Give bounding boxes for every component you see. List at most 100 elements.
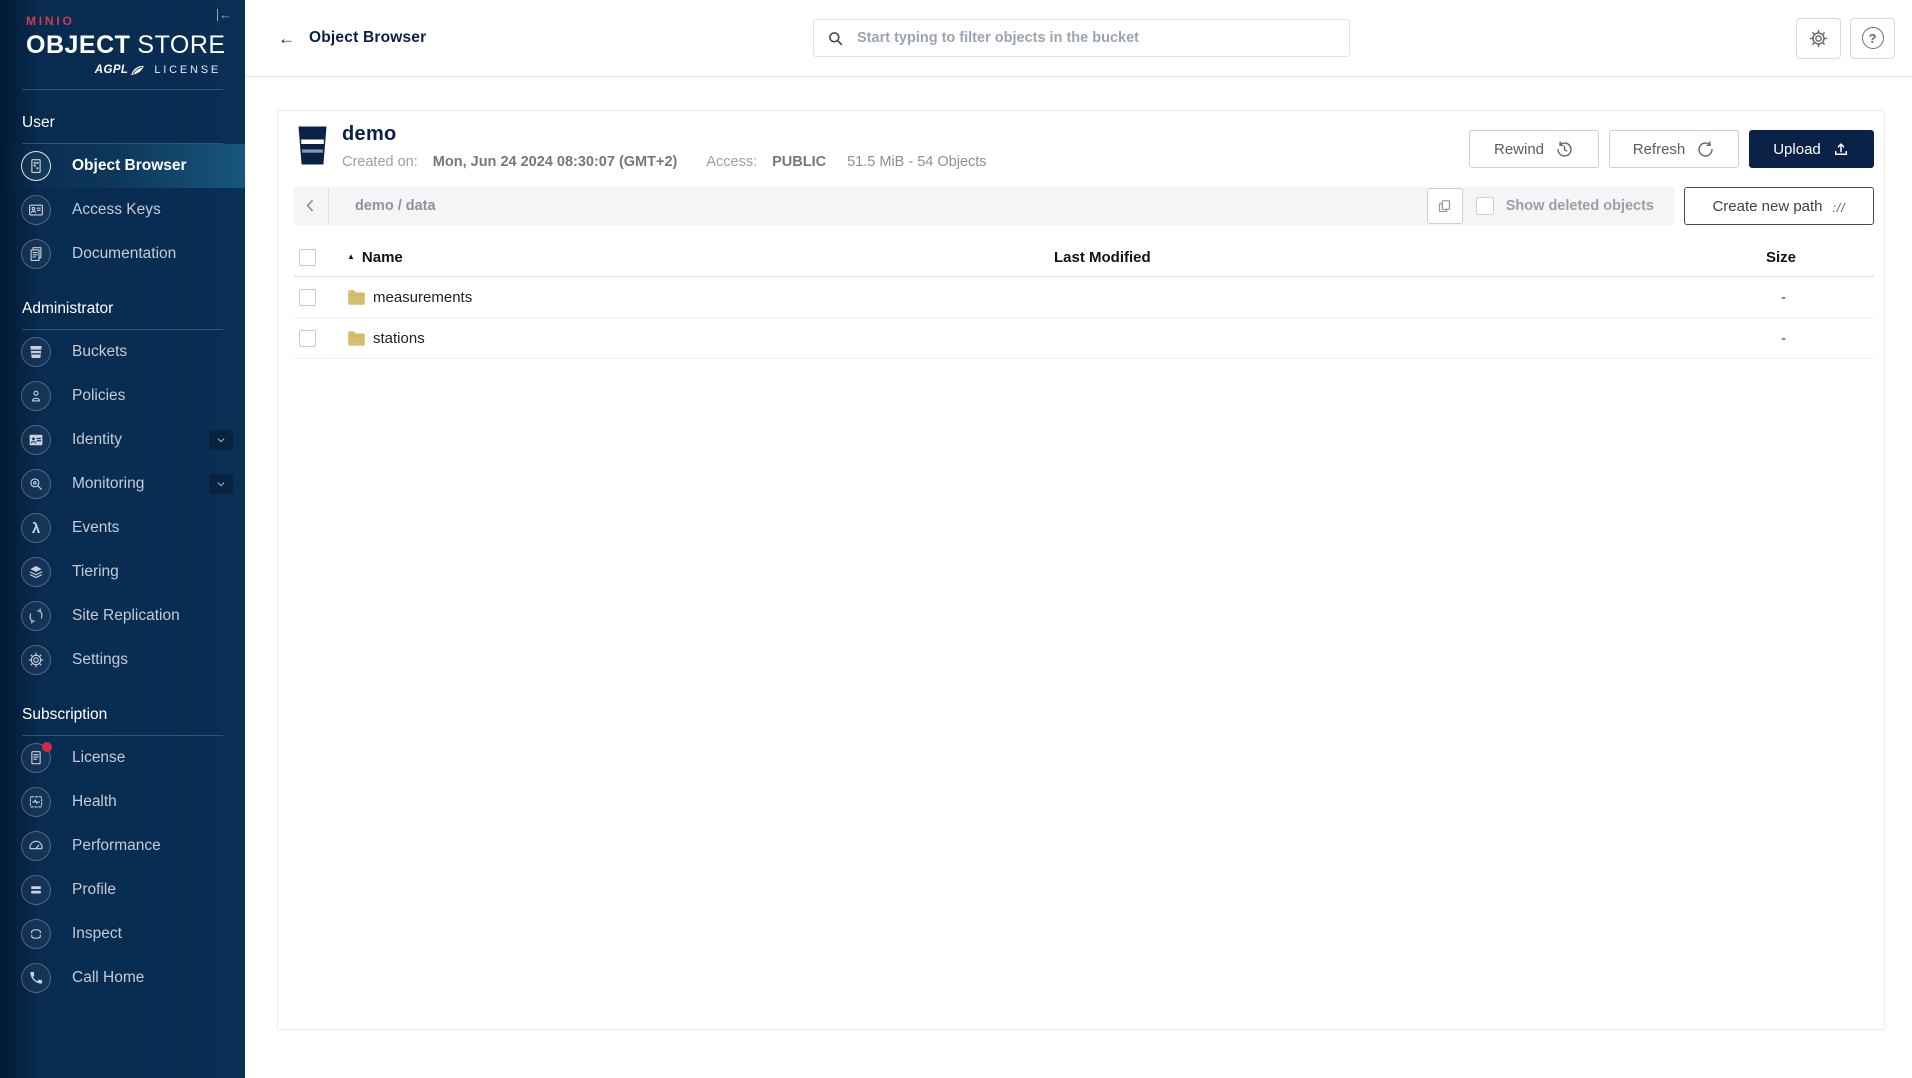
breadcrumb[interactable]: demo / data bbox=[355, 198, 1427, 214]
sidebar-item-health[interactable]: Health bbox=[0, 780, 245, 824]
buckets-icon bbox=[21, 337, 51, 367]
sidebar-item-label: Policies bbox=[72, 387, 125, 405]
sidebar-item-events[interactable]: λ Events bbox=[0, 506, 245, 550]
bucket-header: demo Created on: Mon, Jun 24 2024 08:30:… bbox=[294, 123, 1874, 171]
upload-icon bbox=[1832, 140, 1850, 158]
tiering-icon bbox=[21, 557, 51, 587]
settings-button[interactable] bbox=[1796, 18, 1841, 59]
chevron-down-icon bbox=[209, 430, 233, 450]
refresh-button[interactable]: Refresh bbox=[1609, 130, 1739, 168]
sidebar-item-label: Documentation bbox=[72, 245, 176, 263]
sidebar-item-label: License bbox=[72, 749, 125, 767]
settings-gear-icon bbox=[21, 645, 51, 675]
sidebar-section-administrator: Administrator bbox=[0, 276, 245, 329]
help-button[interactable]: ? bbox=[1850, 18, 1895, 59]
sidebar-item-label: Inspect bbox=[72, 925, 122, 943]
show-deleted-checkbox[interactable] bbox=[1476, 197, 1494, 215]
policies-icon bbox=[21, 381, 51, 411]
breadcrumb-bar: demo / data Show deleted objects bbox=[294, 187, 1674, 225]
site-replication-icon bbox=[21, 601, 51, 631]
size-cell: - bbox=[1766, 330, 1874, 347]
sidebar-item-profile[interactable]: Profile bbox=[0, 868, 245, 912]
access-label: Access: bbox=[706, 154, 757, 170]
top-bar: ← Object Browser ? bbox=[245, 0, 1912, 77]
sidebar-item-label: Site Replication bbox=[72, 607, 180, 625]
minio-brand-text: MINIO bbox=[26, 14, 223, 28]
upload-button[interactable]: Upload bbox=[1749, 130, 1874, 168]
main-area: ← Object Browser ? demo Created on: bbox=[245, 0, 1912, 1078]
select-all-checkbox[interactable] bbox=[299, 249, 316, 266]
create-new-path-button[interactable]: Create new path :// bbox=[1684, 187, 1874, 225]
identity-icon bbox=[21, 425, 51, 455]
refresh-icon bbox=[1696, 140, 1715, 159]
bucket-info: demo Created on: Mon, Jun 24 2024 08:30:… bbox=[342, 123, 987, 170]
column-header-size: Size bbox=[1766, 249, 1874, 266]
sidebar-item-monitoring[interactable]: Monitoring bbox=[0, 462, 245, 506]
sidebar-item-policies[interactable]: Policies bbox=[0, 374, 245, 418]
column-header-name[interactable]: ▲ Name bbox=[338, 249, 1054, 266]
table-row[interactable]: stations - bbox=[294, 318, 1874, 359]
sidebar-item-tiering[interactable]: Tiering bbox=[0, 550, 245, 594]
notification-dot bbox=[42, 742, 52, 752]
rewind-icon bbox=[1555, 140, 1574, 159]
table-row[interactable]: measurements - bbox=[294, 277, 1874, 318]
sidebar: ← MINIO OBJECTSTORE AGPL LICENSE User Ob… bbox=[0, 0, 245, 1078]
path-row: demo / data Show deleted objects Create … bbox=[294, 187, 1874, 225]
page-title-back[interactable]: ← Object Browser bbox=[278, 29, 426, 47]
row-checkbox[interactable] bbox=[299, 289, 316, 306]
sidebar-item-label: Buckets bbox=[72, 343, 127, 361]
sidebar-item-label: Health bbox=[72, 793, 117, 811]
sidebar-collapse-icon[interactable]: ← bbox=[217, 8, 232, 21]
back-arrow-icon[interactable]: ← bbox=[278, 30, 295, 47]
show-deleted-toggle[interactable]: Show deleted objects bbox=[1476, 197, 1654, 215]
sidebar-item-label: Profile bbox=[72, 881, 116, 899]
sidebar-item-settings[interactable]: Settings bbox=[0, 638, 245, 682]
sidebar-item-buckets[interactable]: Buckets bbox=[0, 330, 245, 374]
folder-icon bbox=[347, 289, 366, 306]
object-name-cell[interactable]: measurements bbox=[338, 289, 1054, 306]
sidebar-item-label: Monitoring bbox=[72, 475, 144, 493]
sidebar-item-site-replication[interactable]: Site Replication bbox=[0, 594, 245, 638]
monitoring-icon bbox=[21, 469, 51, 499]
breadcrumb-back-button[interactable] bbox=[294, 187, 329, 225]
license-icon bbox=[21, 743, 51, 773]
top-actions: ? bbox=[1796, 18, 1895, 59]
bucket-icon bbox=[296, 125, 329, 171]
size-cell: - bbox=[1766, 289, 1874, 306]
license-badge: AGPL LICENSE bbox=[26, 64, 223, 76]
bucket-usage: 51.5 MiB - 54 Objects bbox=[847, 154, 986, 170]
create-path-icon: :// bbox=[1833, 201, 1846, 215]
performance-icon bbox=[21, 831, 51, 861]
sidebar-item-inspect[interactable]: Inspect bbox=[0, 912, 245, 956]
profile-icon bbox=[21, 875, 51, 905]
access-keys-icon bbox=[21, 195, 51, 225]
sidebar-item-call-home[interactable]: Call Home bbox=[0, 956, 245, 1000]
sidebar-item-identity[interactable]: Identity bbox=[0, 418, 245, 462]
objects-table: ▲ Name Last Modified Size measurements - bbox=[294, 238, 1874, 359]
object-browser-icon bbox=[21, 151, 51, 181]
inspect-icon bbox=[21, 919, 51, 949]
feather-icon bbox=[130, 65, 145, 76]
sidebar-item-object-browser[interactable]: Object Browser bbox=[0, 144, 245, 188]
sidebar-item-access-keys[interactable]: Access Keys bbox=[0, 188, 245, 232]
sidebar-item-label: Tiering bbox=[72, 563, 119, 581]
gear-icon bbox=[1808, 28, 1829, 49]
bucket-browser-card: demo Created on: Mon, Jun 24 2024 08:30:… bbox=[277, 110, 1885, 1030]
sidebar-item-label: Performance bbox=[72, 837, 161, 855]
sidebar-item-label: Access Keys bbox=[72, 201, 161, 219]
object-name-cell[interactable]: stations bbox=[338, 330, 1054, 347]
rewind-button[interactable]: Rewind bbox=[1469, 130, 1599, 168]
row-checkbox[interactable] bbox=[299, 330, 316, 347]
table-header-row: ▲ Name Last Modified Size bbox=[294, 238, 1874, 277]
sidebar-section-subscription: Subscription bbox=[0, 682, 245, 735]
sidebar-item-label: Identity bbox=[72, 431, 122, 449]
minio-logo: MINIO OBJECTSTORE AGPL LICENSE bbox=[0, 0, 245, 76]
sort-asc-icon: ▲ bbox=[347, 253, 355, 261]
search-input[interactable] bbox=[855, 29, 1337, 47]
sidebar-item-documentation[interactable]: Documentation bbox=[0, 232, 245, 276]
access-value[interactable]: PUBLIC bbox=[772, 154, 826, 170]
copy-path-button[interactable] bbox=[1427, 188, 1463, 224]
page-title: Object Browser bbox=[309, 29, 426, 47]
sidebar-item-performance[interactable]: Performance bbox=[0, 824, 245, 868]
sidebar-item-license[interactable]: License bbox=[0, 736, 245, 780]
